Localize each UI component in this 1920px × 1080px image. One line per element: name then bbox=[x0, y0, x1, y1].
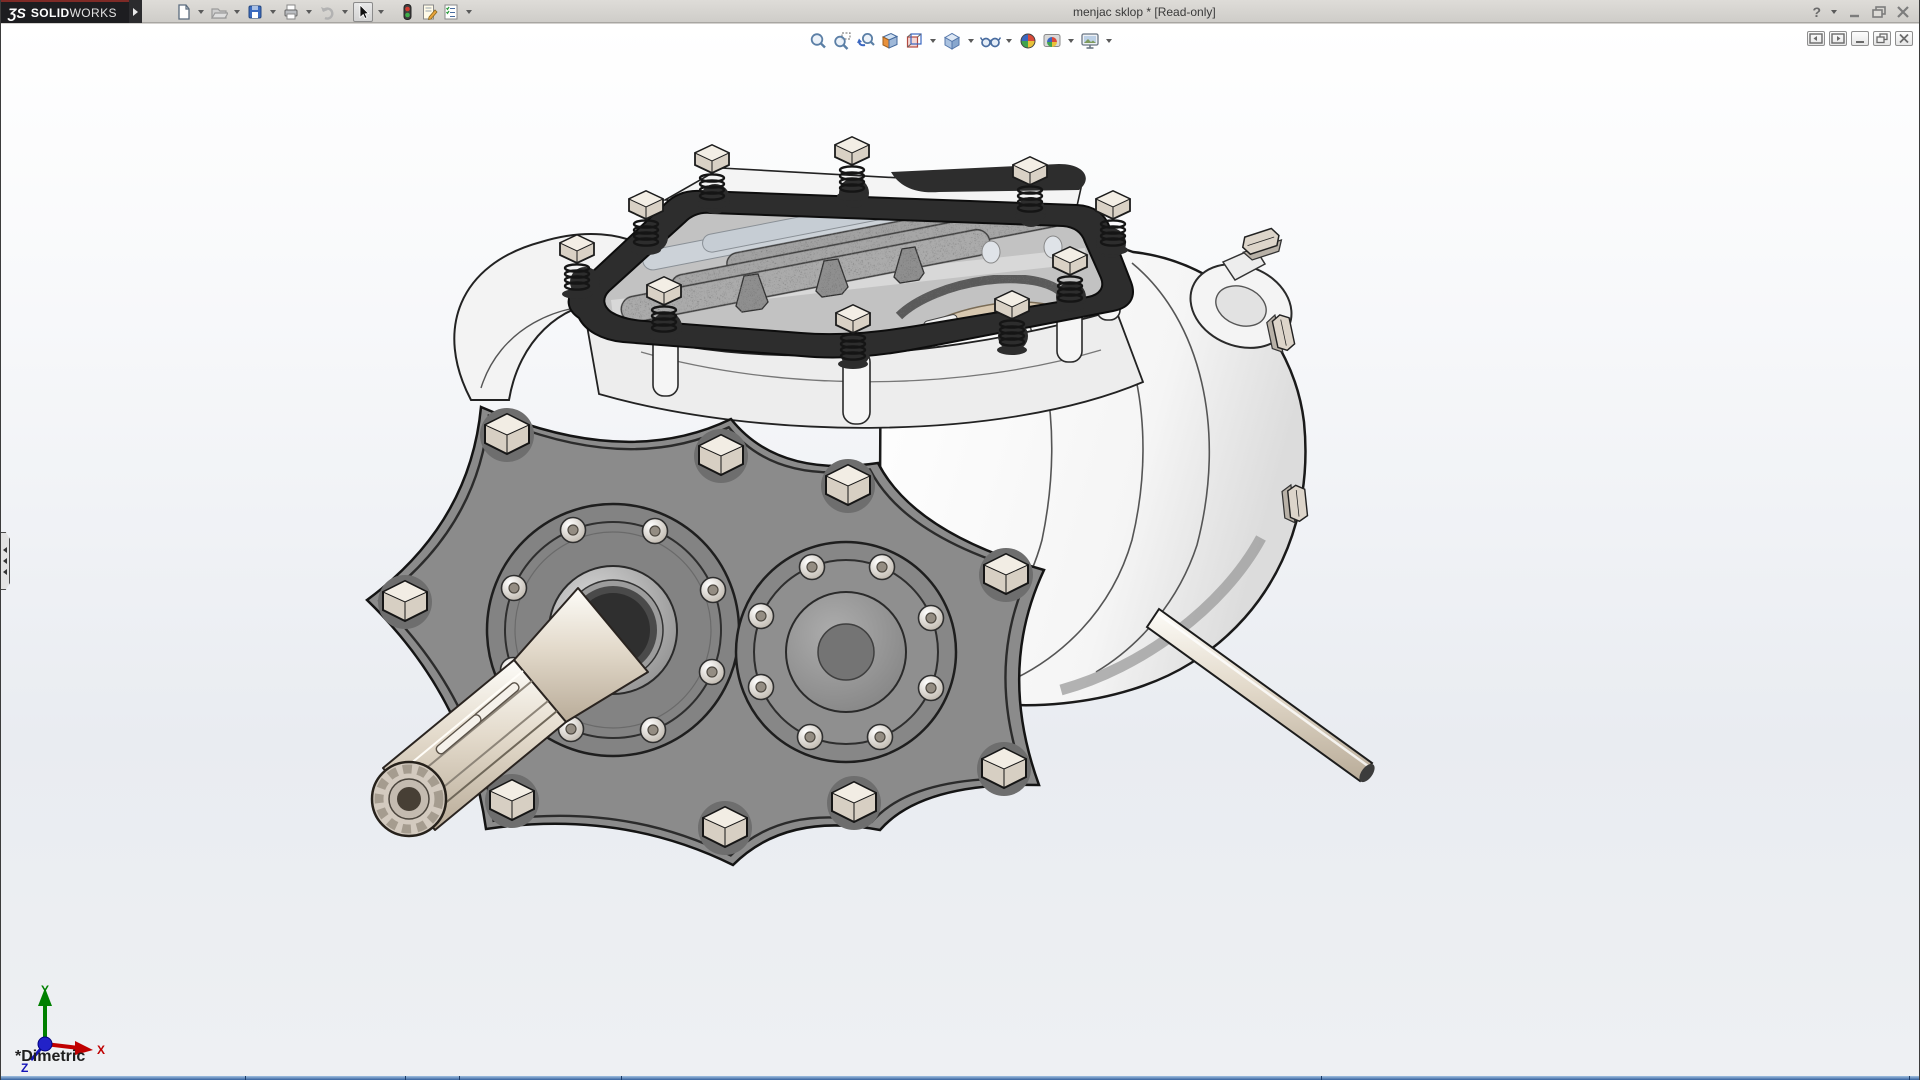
gearbox-3d-model[interactable] bbox=[1, 0, 1920, 1080]
right-bearing-cover[interactable] bbox=[736, 542, 956, 762]
triad-x-label: X bbox=[97, 1043, 105, 1057]
graphics-viewport[interactable]: Y X Z *Dimetric bbox=[1, 24, 1919, 1076]
housing-bolt bbox=[1281, 484, 1308, 524]
taskbar-edge-strip bbox=[1, 1076, 1919, 1080]
output-shaft[interactable] bbox=[1147, 609, 1378, 785]
view-orientation-label: *Dimetric bbox=[15, 1048, 85, 1066]
solidworks-window: ƷS SOLIDWORKS bbox=[0, 0, 1920, 1080]
triad-y-label: Y bbox=[41, 983, 49, 997]
spline-shaft-tip bbox=[372, 762, 446, 836]
